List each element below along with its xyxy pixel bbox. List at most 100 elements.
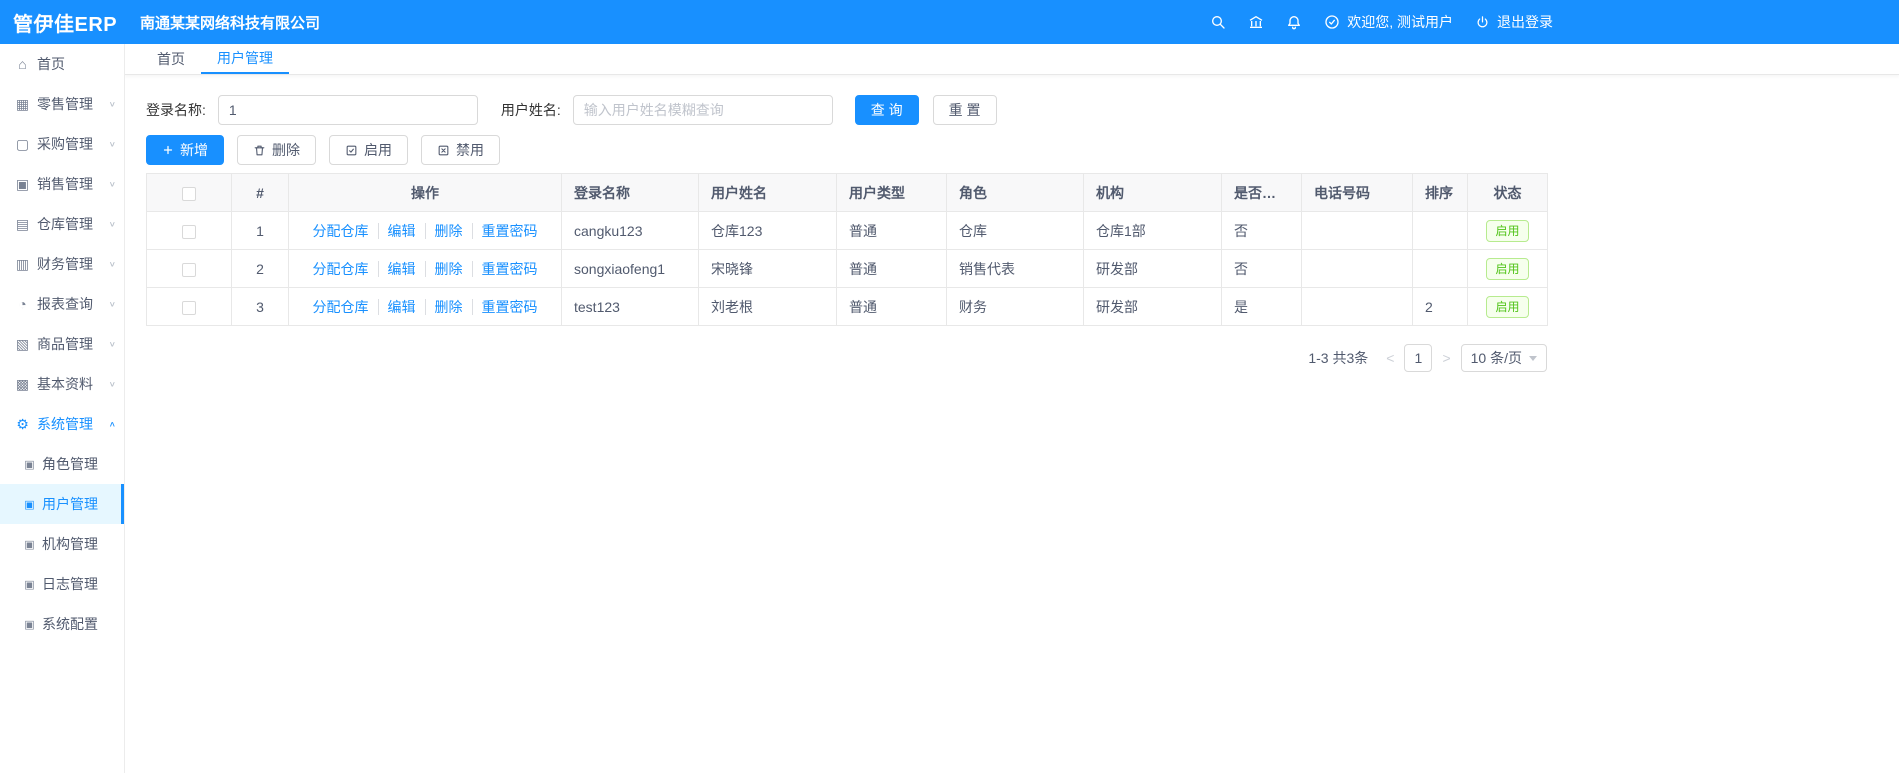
- col-sort: 排序: [1412, 173, 1468, 212]
- gear-icon: ⚙: [16, 415, 29, 432]
- row-actions-cell: 分配仓库 编辑 删除 重置密码: [288, 249, 562, 288]
- user-check-icon: [1323, 13, 1341, 31]
- edit-link[interactable]: 编辑: [377, 298, 416, 315]
- home-icon[interactable]: [1247, 13, 1265, 31]
- edit-link[interactable]: 编辑: [377, 260, 416, 277]
- sidebar-item-home[interactable]: ⌂ 首页: [0, 44, 124, 84]
- home-icon: ⌂: [18, 56, 27, 72]
- delete-link[interactable]: 删除: [424, 222, 463, 239]
- sidebar-item-logs[interactable]: ▣ 日志管理: [0, 564, 124, 604]
- query-button[interactable]: 查 询: [854, 95, 919, 125]
- welcome-text: 欢迎您, 测试用户: [1347, 14, 1453, 30]
- x-square-icon: [438, 145, 449, 155]
- row-actions-cell: 分配仓库 编辑 删除 重置密码: [288, 211, 562, 250]
- chevron-down-icon: ∨: [108, 299, 116, 309]
- user-name-label: 用户姓名:: [500, 102, 561, 118]
- add-button[interactable]: 新增: [146, 135, 224, 165]
- col-login-name: 登录名称: [561, 173, 699, 212]
- delete-link[interactable]: 删除: [424, 260, 463, 277]
- row-checkbox[interactable]: [182, 262, 196, 277]
- col-org: 机构: [1083, 173, 1222, 212]
- reset-password-link[interactable]: 重置密码: [471, 222, 538, 239]
- tab-user-management[interactable]: 用户管理: [201, 44, 289, 74]
- role-cell: 财务: [946, 287, 1084, 326]
- phone-cell: [1301, 249, 1413, 288]
- logout-text: 退出登录: [1497, 14, 1553, 30]
- select-all-checkbox[interactable]: [182, 186, 196, 201]
- pagination-total: 1-3 共3条: [1308, 350, 1369, 366]
- sidebar-item-warehouse[interactable]: ▤ 仓库管理 ∨: [0, 204, 124, 244]
- status-cell: 启用: [1467, 287, 1548, 326]
- assign-warehouse-link[interactable]: 分配仓库: [313, 223, 369, 239]
- table-row: 2 分配仓库 编辑 删除 重置密码 songxiaofeng1 宋晓锋 普通 销售代表…: [146, 249, 1548, 288]
- search-form: 登录名称: 用户姓名: 查 询 重 置: [146, 95, 1899, 125]
- header-actions: 欢迎您, 测试用户 退出登录: [1209, 12, 1553, 32]
- login-name-label: 登录名称:: [146, 102, 206, 118]
- reset-password-link[interactable]: 重置密码: [471, 260, 538, 277]
- assign-warehouse-link[interactable]: 分配仓库: [313, 299, 369, 315]
- row-checkbox[interactable]: [182, 224, 196, 239]
- sidebar-item-basic-data[interactable]: ▩ 基本资料 ∨: [0, 364, 124, 404]
- table-row: 1 分配仓库 编辑 删除 重置密码 cangku123 仓库123 普通 仓库 仓库1…: [146, 211, 1548, 250]
- select-all-cell: [146, 173, 232, 212]
- basic-data-icon: ▩: [15, 375, 30, 392]
- login-name-cell: songxiaofeng1: [561, 249, 699, 288]
- chevron-down-icon: ∨: [108, 139, 116, 149]
- row-checkbox[interactable]: [182, 300, 196, 315]
- chevron-down-icon: ∨: [108, 219, 116, 229]
- user-name-input[interactable]: [572, 95, 833, 125]
- row-index-cell: 3: [231, 287, 289, 326]
- power-icon: [1473, 13, 1491, 31]
- status-cell: 启用: [1467, 249, 1548, 288]
- assign-warehouse-link[interactable]: 分配仓库: [313, 261, 369, 277]
- sort-cell: [1412, 249, 1468, 288]
- page-number[interactable]: 1: [1404, 344, 1433, 372]
- finance-icon: ▥: [15, 255, 30, 272]
- sidebar-item-products[interactable]: ▧ 商品管理 ∨: [0, 324, 124, 364]
- company-name: 南通某某网络科技有限公司: [140, 14, 321, 32]
- role-cell: 仓库: [946, 211, 1084, 250]
- row-select-cell: [146, 249, 232, 288]
- sidebar-item-sales[interactable]: ▣ 销售管理 ∨: [0, 164, 124, 204]
- sidebar-item-purchase[interactable]: ▢ 采购管理 ∨: [0, 124, 124, 164]
- user-menu[interactable]: 欢迎您, 测试用户: [1323, 12, 1453, 32]
- prev-page-icon[interactable]: <: [1384, 350, 1396, 366]
- reset-button[interactable]: 重 置: [932, 95, 997, 125]
- user-name-cell: 宋晓锋: [698, 249, 837, 288]
- delete-link[interactable]: 删除: [424, 298, 463, 315]
- tab-bar: 首页 用户管理: [125, 44, 1899, 75]
- delete-button[interactable]: 删除: [237, 135, 316, 165]
- reset-password-link[interactable]: 重置密码: [471, 298, 538, 315]
- bell-icon[interactable]: [1285, 13, 1303, 31]
- login-name-input[interactable]: [217, 95, 478, 125]
- is-manager-cell: 否: [1221, 211, 1302, 250]
- col-phone: 电话号码: [1301, 173, 1413, 212]
- edit-link[interactable]: 编辑: [377, 222, 416, 239]
- sidebar-item-finance[interactable]: ▥ 财务管理 ∨: [0, 244, 124, 284]
- page-size-select[interactable]: 10 条/页: [1460, 344, 1547, 372]
- search-icon[interactable]: [1209, 13, 1227, 31]
- sidebar-item-roles[interactable]: ▣ 角色管理: [0, 444, 124, 484]
- col-actions: 操作: [288, 173, 562, 212]
- table-header-row: # 操作 登录名称 用户姓名 用户类型 角色 机构 是否经理 电话号码 排序 状…: [146, 173, 1548, 212]
- user-name-cell: 仓库123: [698, 211, 837, 250]
- disable-button[interactable]: 禁用: [421, 135, 500, 165]
- pagination: 1-3 共3条 < 1 > 10 条/页: [146, 344, 1547, 372]
- sidebar-item-users[interactable]: ▣ 用户管理: [0, 484, 124, 524]
- sidebar-item-config[interactable]: ▣ 系统配置: [0, 604, 124, 644]
- page-content: 登录名称: 用户姓名: 查 询 重 置 新增 删除 启用 禁用: [125, 75, 1899, 372]
- sidebar-item-retail[interactable]: ▦ 零售管理 ∨: [0, 84, 124, 124]
- chevron-down-icon: ∨: [108, 339, 116, 349]
- sidebar-item-orgs[interactable]: ▣ 机构管理: [0, 524, 124, 564]
- tab-home[interactable]: 首页: [141, 44, 201, 74]
- enable-button[interactable]: 启用: [329, 135, 408, 165]
- org-cell: 研发部: [1083, 249, 1222, 288]
- logout-button[interactable]: 退出登录: [1473, 12, 1553, 32]
- sidebar-item-system[interactable]: ⚙ 系统管理 ∧: [0, 404, 124, 444]
- sidebar-item-reports[interactable]: ◔ 报表查询 ∨: [0, 284, 124, 324]
- doc-icon: ▣: [24, 538, 35, 551]
- warehouse-icon: ▤: [15, 215, 30, 232]
- col-index: #: [231, 173, 289, 212]
- phone-cell: [1301, 211, 1413, 250]
- next-page-icon[interactable]: >: [1440, 350, 1452, 366]
